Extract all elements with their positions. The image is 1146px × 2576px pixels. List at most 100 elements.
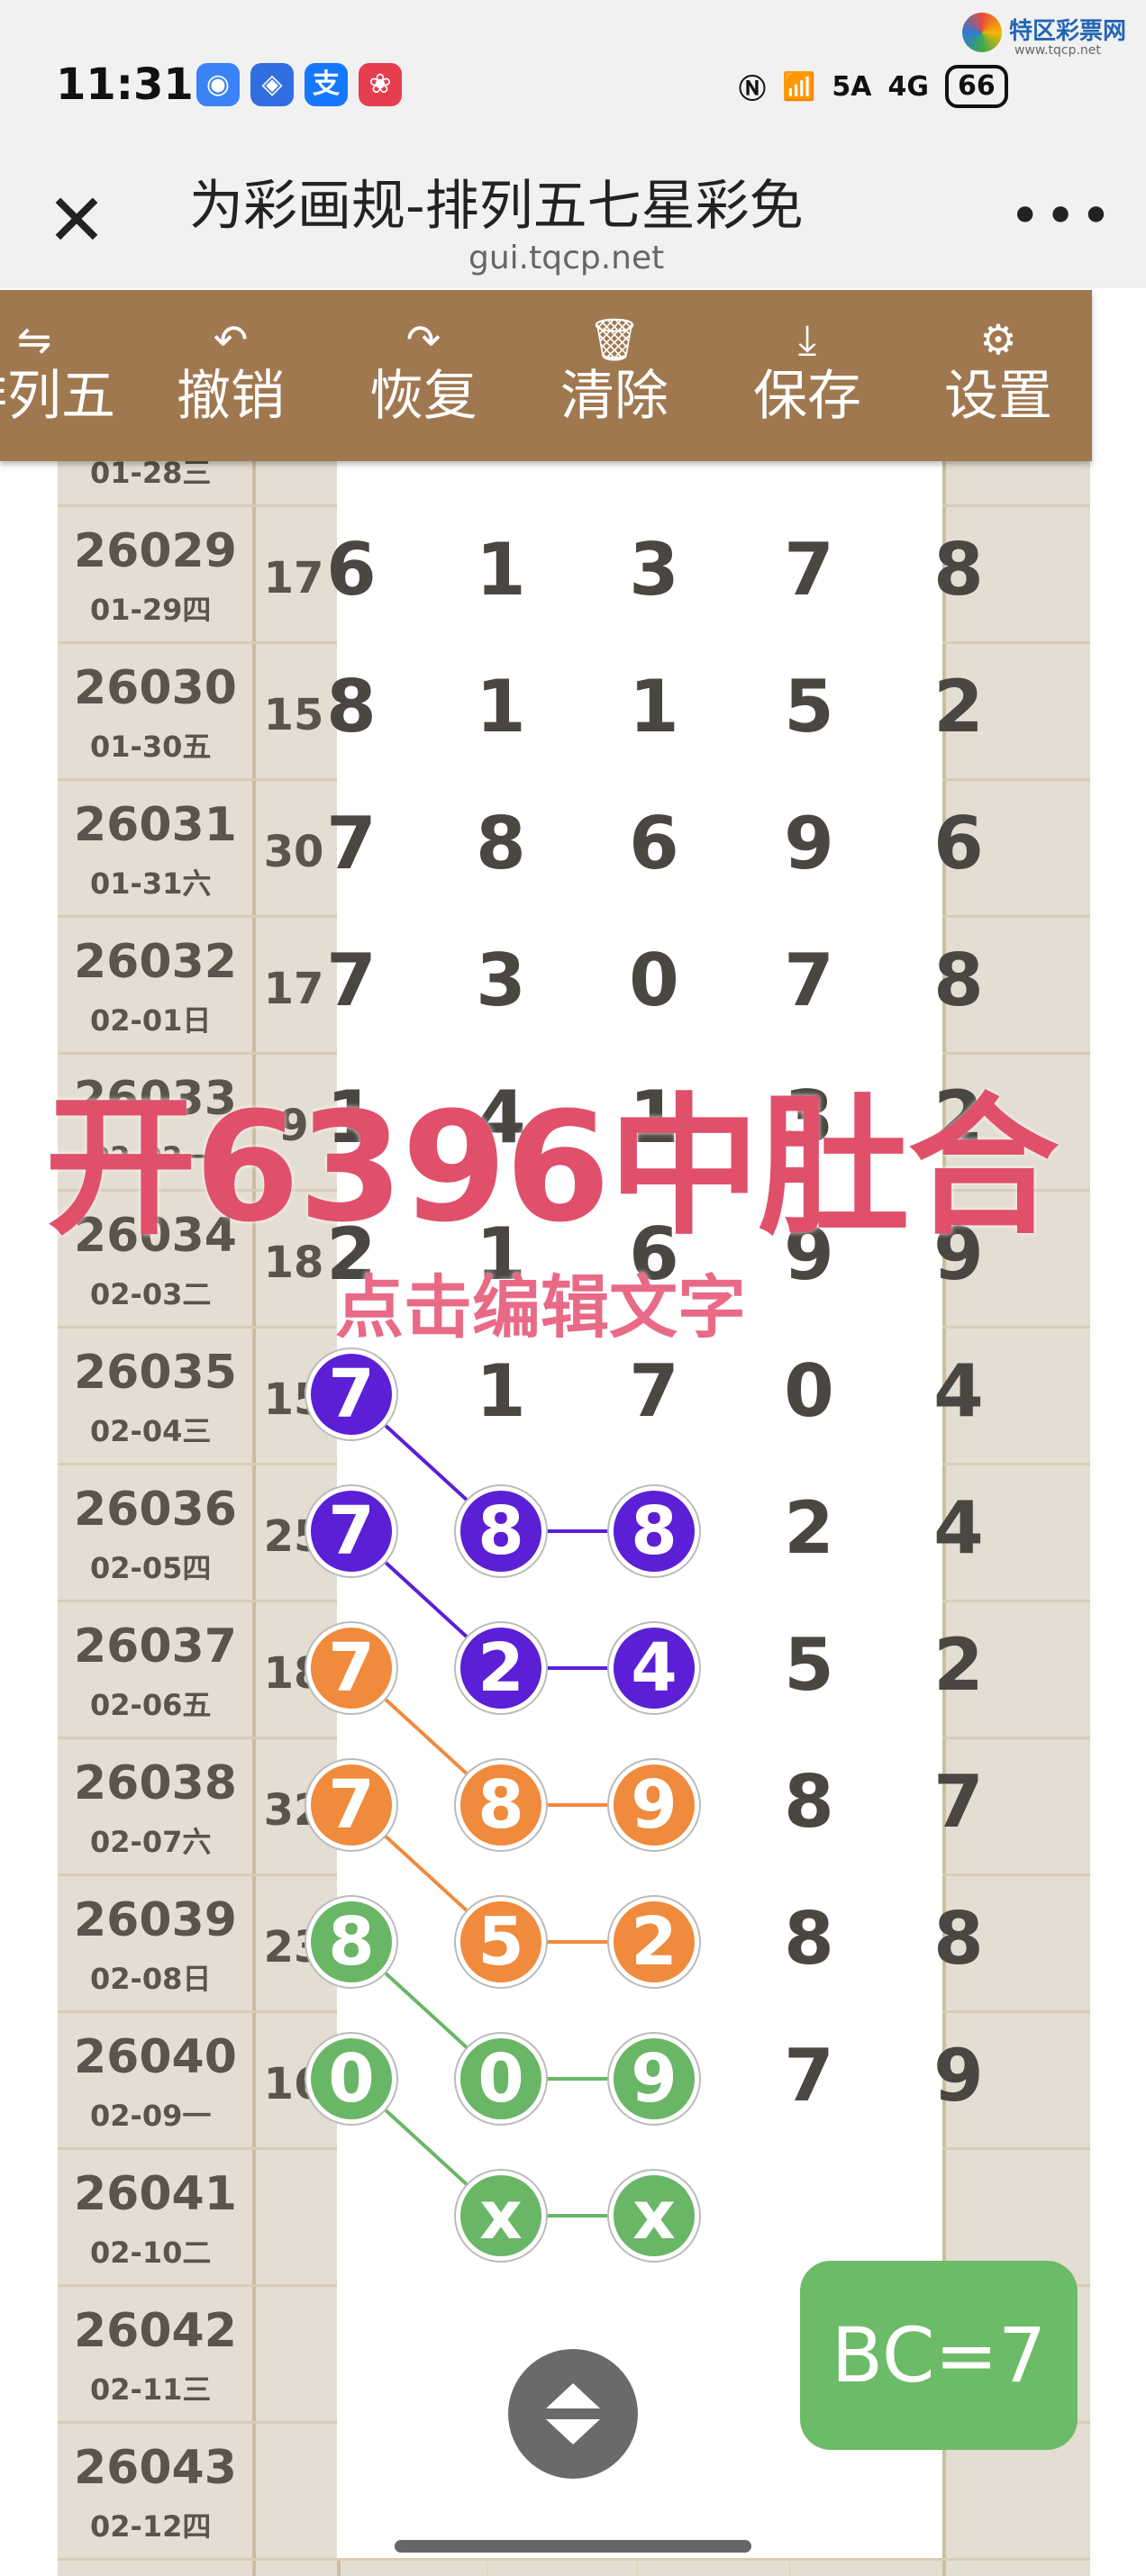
toolbar-redo-button[interactable]: ↷ 恢复 [333, 317, 514, 431]
draw-date: 02-11三 [90, 2372, 212, 2407]
digit-cell[interactable]: 5 [769, 665, 850, 748]
draw-row[interactable]: 26031 01-31六 30 7 8 6 9 6 [58, 778, 1090, 918]
toolbar-lottery-type-label: 排列五 [0, 365, 115, 428]
overlay-edit-hint[interactable]: 点击编辑文字 [335, 1252, 746, 1351]
highlighted-ball[interactable]: 8 [306, 1897, 396, 1987]
toolbar-settings-label: 设置 [944, 365, 1052, 428]
issue-number: 26031 [74, 798, 237, 852]
draw-row[interactable]: 2602801-28三3149995 [58, 461, 1090, 507]
draw-row[interactable]: 2603702-06五1872452 [58, 1600, 1090, 1739]
draw-row[interactable]: 26030 01-30五 15 8 1 1 5 2 [58, 641, 1090, 781]
gift-app-icon: ❀ [359, 63, 402, 106]
notification-icons: ◉ ◈ 支 ❀ [196, 63, 402, 106]
digit-cell[interactable]: 7 [769, 939, 850, 1022]
highlighted-ball[interactable]: x [609, 2171, 699, 2261]
digit-cell[interactable]: 4 [918, 1486, 999, 1570]
digit-cell[interactable]: 7 [311, 939, 392, 1022]
digit-cell[interactable]: 4 [918, 1349, 999, 1433]
toolbar-lottery-type-button[interactable]: ⇋排列五 [0, 317, 124, 431]
highlighted-ball[interactable]: 0 [456, 2034, 546, 2124]
draw-date: 02-10二 [90, 2236, 212, 2270]
highlighted-ball[interactable]: 2 [609, 1897, 699, 1987]
overlay-headline[interactable]: 开6396中肚合 [45, 1045, 1060, 1264]
digit-cell[interactable]: 2 [918, 665, 999, 748]
digit-cell[interactable]: 1 [614, 665, 695, 748]
home-indicator[interactable] [395, 2540, 751, 2553]
digit-cell[interactable]: 0 [614, 939, 695, 1022]
digit-cell[interactable]: 9 [460, 461, 541, 475]
highlighted-ball[interactable]: 2 [456, 1623, 546, 1713]
digit-cell[interactable]: 8 [460, 802, 541, 885]
highlighted-ball[interactable]: 4 [609, 1623, 699, 1713]
toolbar-undo-button[interactable]: ↶ 撤销 [141, 317, 321, 431]
digit-cell[interactable]: 8 [918, 1897, 999, 1981]
digit-cell[interactable]: 9 [614, 461, 695, 475]
highlighted-ball[interactable]: 8 [456, 1486, 546, 1576]
digit-cell[interactable]: 6 [614, 802, 695, 885]
toolbar-save-button[interactable]: ⤓ 保存 [717, 317, 897, 431]
digit-cell[interactable]: 6 [918, 802, 999, 885]
toolbar-clear-icon: 🗑 [587, 315, 641, 364]
toolbar-redo-icon: ↷ [405, 315, 441, 364]
browser-bar: ✕ 为彩画规-排列五七星彩免 gui.tqcp.net ••• [0, 162, 1146, 288]
digit-cell[interactable]: 9 [769, 802, 850, 885]
digit-cell[interactable]: 7 [769, 528, 850, 612]
signal-5a-icon: 5A [832, 70, 872, 103]
signal-4g-icon: 4G [887, 70, 929, 103]
digit-cell[interactable]: 7 [311, 802, 392, 885]
digit-cell[interactable]: 2 [769, 1486, 850, 1570]
lottery-grid[interactable]: 2602801-28三31499952602901-29四17613782603… [58, 461, 1090, 2576]
highlighted-ball[interactable]: 7 [306, 1349, 396, 1439]
page-title: 为彩画规-排列五七星彩免 [189, 175, 804, 238]
highlighted-ball[interactable]: 5 [456, 1897, 546, 1987]
digit-cell[interactable]: 2 [918, 1623, 999, 1707]
toolbar-clear-button[interactable]: 🗑 清除 [524, 317, 705, 431]
draw-row[interactable]: 2604002-09一1600979 [58, 2010, 1090, 2150]
digit-cell[interactable]: 1 [460, 528, 541, 612]
digit-cell[interactable]: 7 [918, 1760, 999, 1844]
scroll-toggle-button[interactable] [508, 2349, 638, 2479]
digit-cell[interactable]: 3 [614, 528, 695, 612]
highlighted-ball[interactable]: 8 [609, 1486, 699, 1576]
highlighted-ball[interactable]: x [456, 2171, 546, 2261]
digit-cell[interactable]: 4 [311, 461, 392, 475]
digit-cell[interactable]: 6 [311, 528, 392, 612]
highlighted-ball[interactable]: 7 [306, 1623, 396, 1713]
digit-cell[interactable]: 9 [918, 2034, 999, 2118]
digit-cell[interactable]: 9 [769, 461, 850, 475]
digit-cell[interactable]: 1 [460, 1349, 541, 1433]
highlighted-ball[interactable]: 9 [609, 1760, 699, 1850]
digit-cell[interactable]: 5 [918, 461, 999, 475]
close-icon[interactable]: ✕ [36, 180, 117, 261]
draw-date: 02-08日 [90, 1962, 212, 1996]
draw-row[interactable]: 2603902-08日2385288 [58, 1873, 1090, 2013]
more-menu-icon[interactable]: ••• [1009, 180, 1112, 252]
toolbar-settings-button[interactable]: ⚙ 设置 [908, 317, 1088, 431]
draw-row[interactable]: 2603602-05四2578824 [58, 1463, 1090, 1602]
highlighted-ball[interactable]: 7 [306, 1486, 396, 1576]
draw-row[interactable]: 26029 01-29四 17 6 1 3 7 8 [58, 504, 1090, 644]
watermark-url: www.tqcp.net [1014, 43, 1101, 58]
highlighted-ball[interactable]: 7 [306, 1760, 396, 1850]
digit-cell[interactable]: 5 [769, 1623, 850, 1707]
digit-cell[interactable]: 3 [460, 939, 541, 1022]
digit-cell[interactable]: 7 [769, 2034, 850, 2118]
digit-cell[interactable]: 8 [311, 665, 392, 748]
digit-cell[interactable]: 8 [918, 939, 999, 1022]
digit-cell[interactable]: 8 [769, 1897, 850, 1981]
highlighted-ball[interactable]: 8 [456, 1760, 546, 1850]
digit-cell[interactable]: 0 [769, 1349, 850, 1433]
highlighted-ball[interactable]: 9 [609, 2034, 699, 2124]
highlighted-ball[interactable]: 0 [306, 2034, 396, 2124]
digit-cell[interactable]: 7 [614, 1349, 695, 1433]
digit-cell[interactable]: 8 [918, 528, 999, 612]
draw-row[interactable]: 26032 02-01日 17 7 3 0 7 8 [58, 915, 1090, 1055]
draw-date: 02-07六 [90, 1825, 212, 1859]
issue-number: 26030 [74, 661, 237, 715]
status-time: 11:31 [56, 59, 194, 110]
draw-row[interactable]: 2603802-07六3278987 [58, 1737, 1090, 1876]
digit-cell[interactable]: 8 [769, 1760, 850, 1844]
bc-badge[interactable]: BC=7 [800, 2261, 1078, 2450]
issue-number: 26043 [74, 2441, 237, 2495]
digit-cell[interactable]: 1 [460, 665, 541, 748]
